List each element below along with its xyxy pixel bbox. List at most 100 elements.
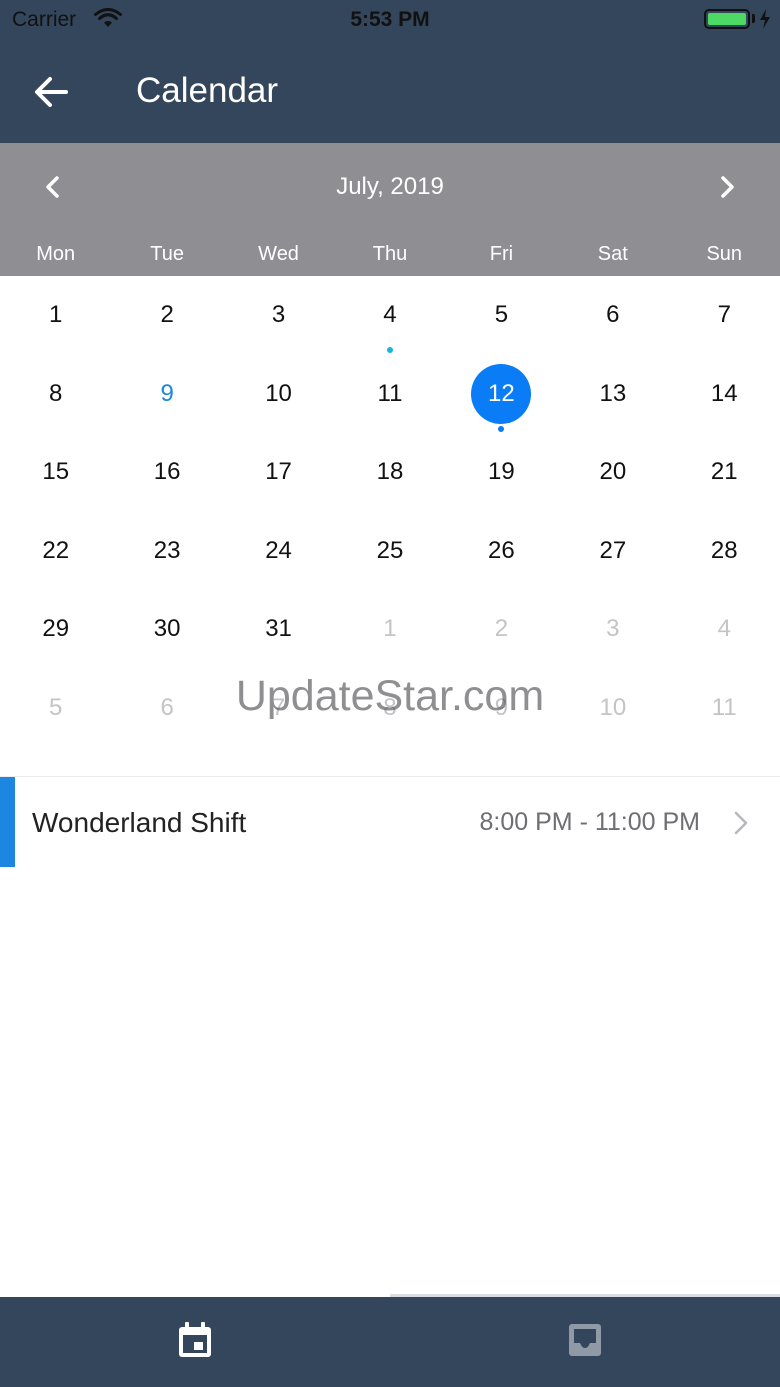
calendar-day-selected[interactable]: 12	[446, 355, 557, 434]
calendar-day[interactable]: 2	[111, 276, 222, 355]
charging-icon	[760, 9, 770, 29]
calendar-day[interactable]: 9	[446, 669, 557, 748]
day-number: 1	[49, 301, 63, 328]
day-number: 29	[42, 615, 70, 642]
day-number: 26	[488, 536, 515, 564]
weekday-label: Sat	[597, 243, 628, 265]
weekday-label: Fri	[489, 243, 514, 265]
event-title: Wonderland Shift	[32, 807, 247, 838]
battery-icon	[704, 9, 750, 29]
calendar-day[interactable]: 4	[669, 590, 780, 669]
calendar-day[interactable]: 6	[557, 276, 668, 355]
day-number: 6	[606, 301, 620, 328]
day-number: 6	[160, 693, 174, 721]
status-time: 5:53 PM	[350, 8, 430, 31]
day-number: 1	[383, 615, 397, 642]
calendar-day[interactable]: 2	[446, 590, 557, 669]
calendar-day[interactable]: 7	[223, 669, 334, 748]
calendar-grid: 1 2 3 4 5 6 7 8 9 10 11 12 13 14 15 16 17 18 19 20 21 22 23 24 2…	[0, 276, 780, 747]
calendar-day[interactable]: 14	[669, 355, 780, 434]
event-time: 8:00 PM - 11:00 PM	[479, 808, 700, 836]
weekday-header: Mon Tue Wed Thu Fri Sat Sun	[0, 243, 780, 266]
day-number: 16	[153, 458, 181, 485]
day-number: 8	[49, 379, 63, 407]
day-number: 28	[710, 536, 738, 564]
event-indicator-dot	[498, 425, 505, 432]
calendar-day[interactable]: 13	[557, 355, 668, 434]
calendar-day[interactable]: 4	[334, 276, 445, 355]
calendar-day[interactable]: 17	[223, 433, 334, 512]
inbox-icon	[569, 1324, 601, 1356]
weekday-label: Mon	[36, 243, 76, 265]
day-number: 21	[710, 458, 738, 485]
calendar-day[interactable]: 28	[669, 512, 780, 591]
tab-calendar[interactable]	[0, 1297, 390, 1387]
day-number: 5	[494, 301, 509, 328]
calendar-day[interactable]: 31	[223, 590, 334, 669]
day-number: 2	[160, 301, 174, 328]
calendar-day[interactable]: 15	[0, 433, 111, 512]
day-number: 4	[383, 301, 397, 328]
battery-cap	[752, 14, 755, 23]
calendar-day[interactable]: 10	[557, 669, 668, 748]
calendar-day[interactable]: 18	[334, 433, 445, 512]
day-number: 17	[265, 458, 292, 485]
calendar-day[interactable]: 1	[334, 590, 445, 669]
calendar-day[interactable]: 25	[334, 512, 445, 591]
weekday-label: Thu	[372, 243, 408, 265]
calendar-week-row: 29 30 31 1 2 3 4	[0, 590, 780, 669]
event-color-bar	[0, 777, 15, 867]
tab-bar	[0, 1297, 780, 1387]
day-number: 19	[488, 458, 515, 485]
calendar-day[interactable]: 1	[0, 276, 111, 355]
day-number: 2	[494, 615, 509, 642]
next-month-icon[interactable]	[712, 172, 742, 202]
day-number: 7	[717, 301, 731, 328]
calendar-day[interactable]: 8	[334, 669, 445, 748]
calendar-week-row: 8 9 10 11 12 13 14	[0, 355, 780, 434]
calendar-day[interactable]: 29	[0, 590, 111, 669]
calendar-day[interactable]: 5	[446, 276, 557, 355]
day-number: 11	[377, 379, 403, 407]
day-number: 30	[153, 615, 181, 642]
calendar-day[interactable]: 11	[334, 355, 445, 434]
calendar-day[interactable]: 3	[223, 276, 334, 355]
day-number: 9	[160, 379, 174, 407]
weekday-label: Tue	[150, 243, 184, 265]
day-number: 27	[599, 536, 627, 564]
calendar-day[interactable]: 22	[0, 512, 111, 591]
day-number: 24	[265, 536, 292, 564]
calendar-day[interactable]: 8	[0, 355, 111, 434]
calendar-day[interactable]: 16	[111, 433, 222, 512]
day-number: 7	[271, 693, 286, 721]
calendar-day[interactable]: 26	[446, 512, 557, 591]
calendar-day[interactable]: 19	[446, 433, 557, 512]
calendar-day[interactable]: 24	[223, 512, 334, 591]
day-number: 31	[265, 615, 292, 642]
calendar-day[interactable]: 10	[223, 355, 334, 434]
month-title: July, 2019	[336, 173, 444, 200]
calendar-day[interactable]: 27	[557, 512, 668, 591]
chevron-right-icon	[734, 811, 748, 835]
day-number: 3	[606, 615, 620, 642]
calendar-day[interactable]: 6	[111, 669, 222, 748]
calendar-day[interactable]: 3	[557, 590, 668, 669]
day-number: 11	[711, 693, 737, 721]
event-list-item[interactable]: Wonderland Shift 8:00 PM - 11:00 PM	[0, 777, 780, 867]
tab-inbox[interactable]	[390, 1297, 780, 1387]
calendar-day[interactable]: 5	[0, 669, 111, 748]
event-indicator-dot	[386, 347, 393, 353]
calendar-day-today[interactable]: 9	[111, 355, 222, 434]
calendar-day[interactable]: 7	[669, 276, 780, 355]
calendar-day[interactable]: 20	[557, 433, 668, 512]
calendar-day[interactable]: 23	[111, 512, 222, 591]
calendar-day[interactable]: 30	[111, 590, 222, 669]
weekday-label: Wed	[258, 243, 299, 265]
day-number: 25	[376, 536, 404, 564]
calendar-week-row: 1 2 3 4 5 6 7	[0, 276, 780, 355]
back-arrow-icon[interactable]	[28, 70, 76, 114]
calendar-day[interactable]: 21	[669, 433, 780, 512]
calendar-week-row: 5 6 7 8 9 10 11	[0, 669, 780, 748]
day-number: 4	[717, 615, 731, 642]
calendar-day[interactable]: 11	[669, 669, 780, 748]
